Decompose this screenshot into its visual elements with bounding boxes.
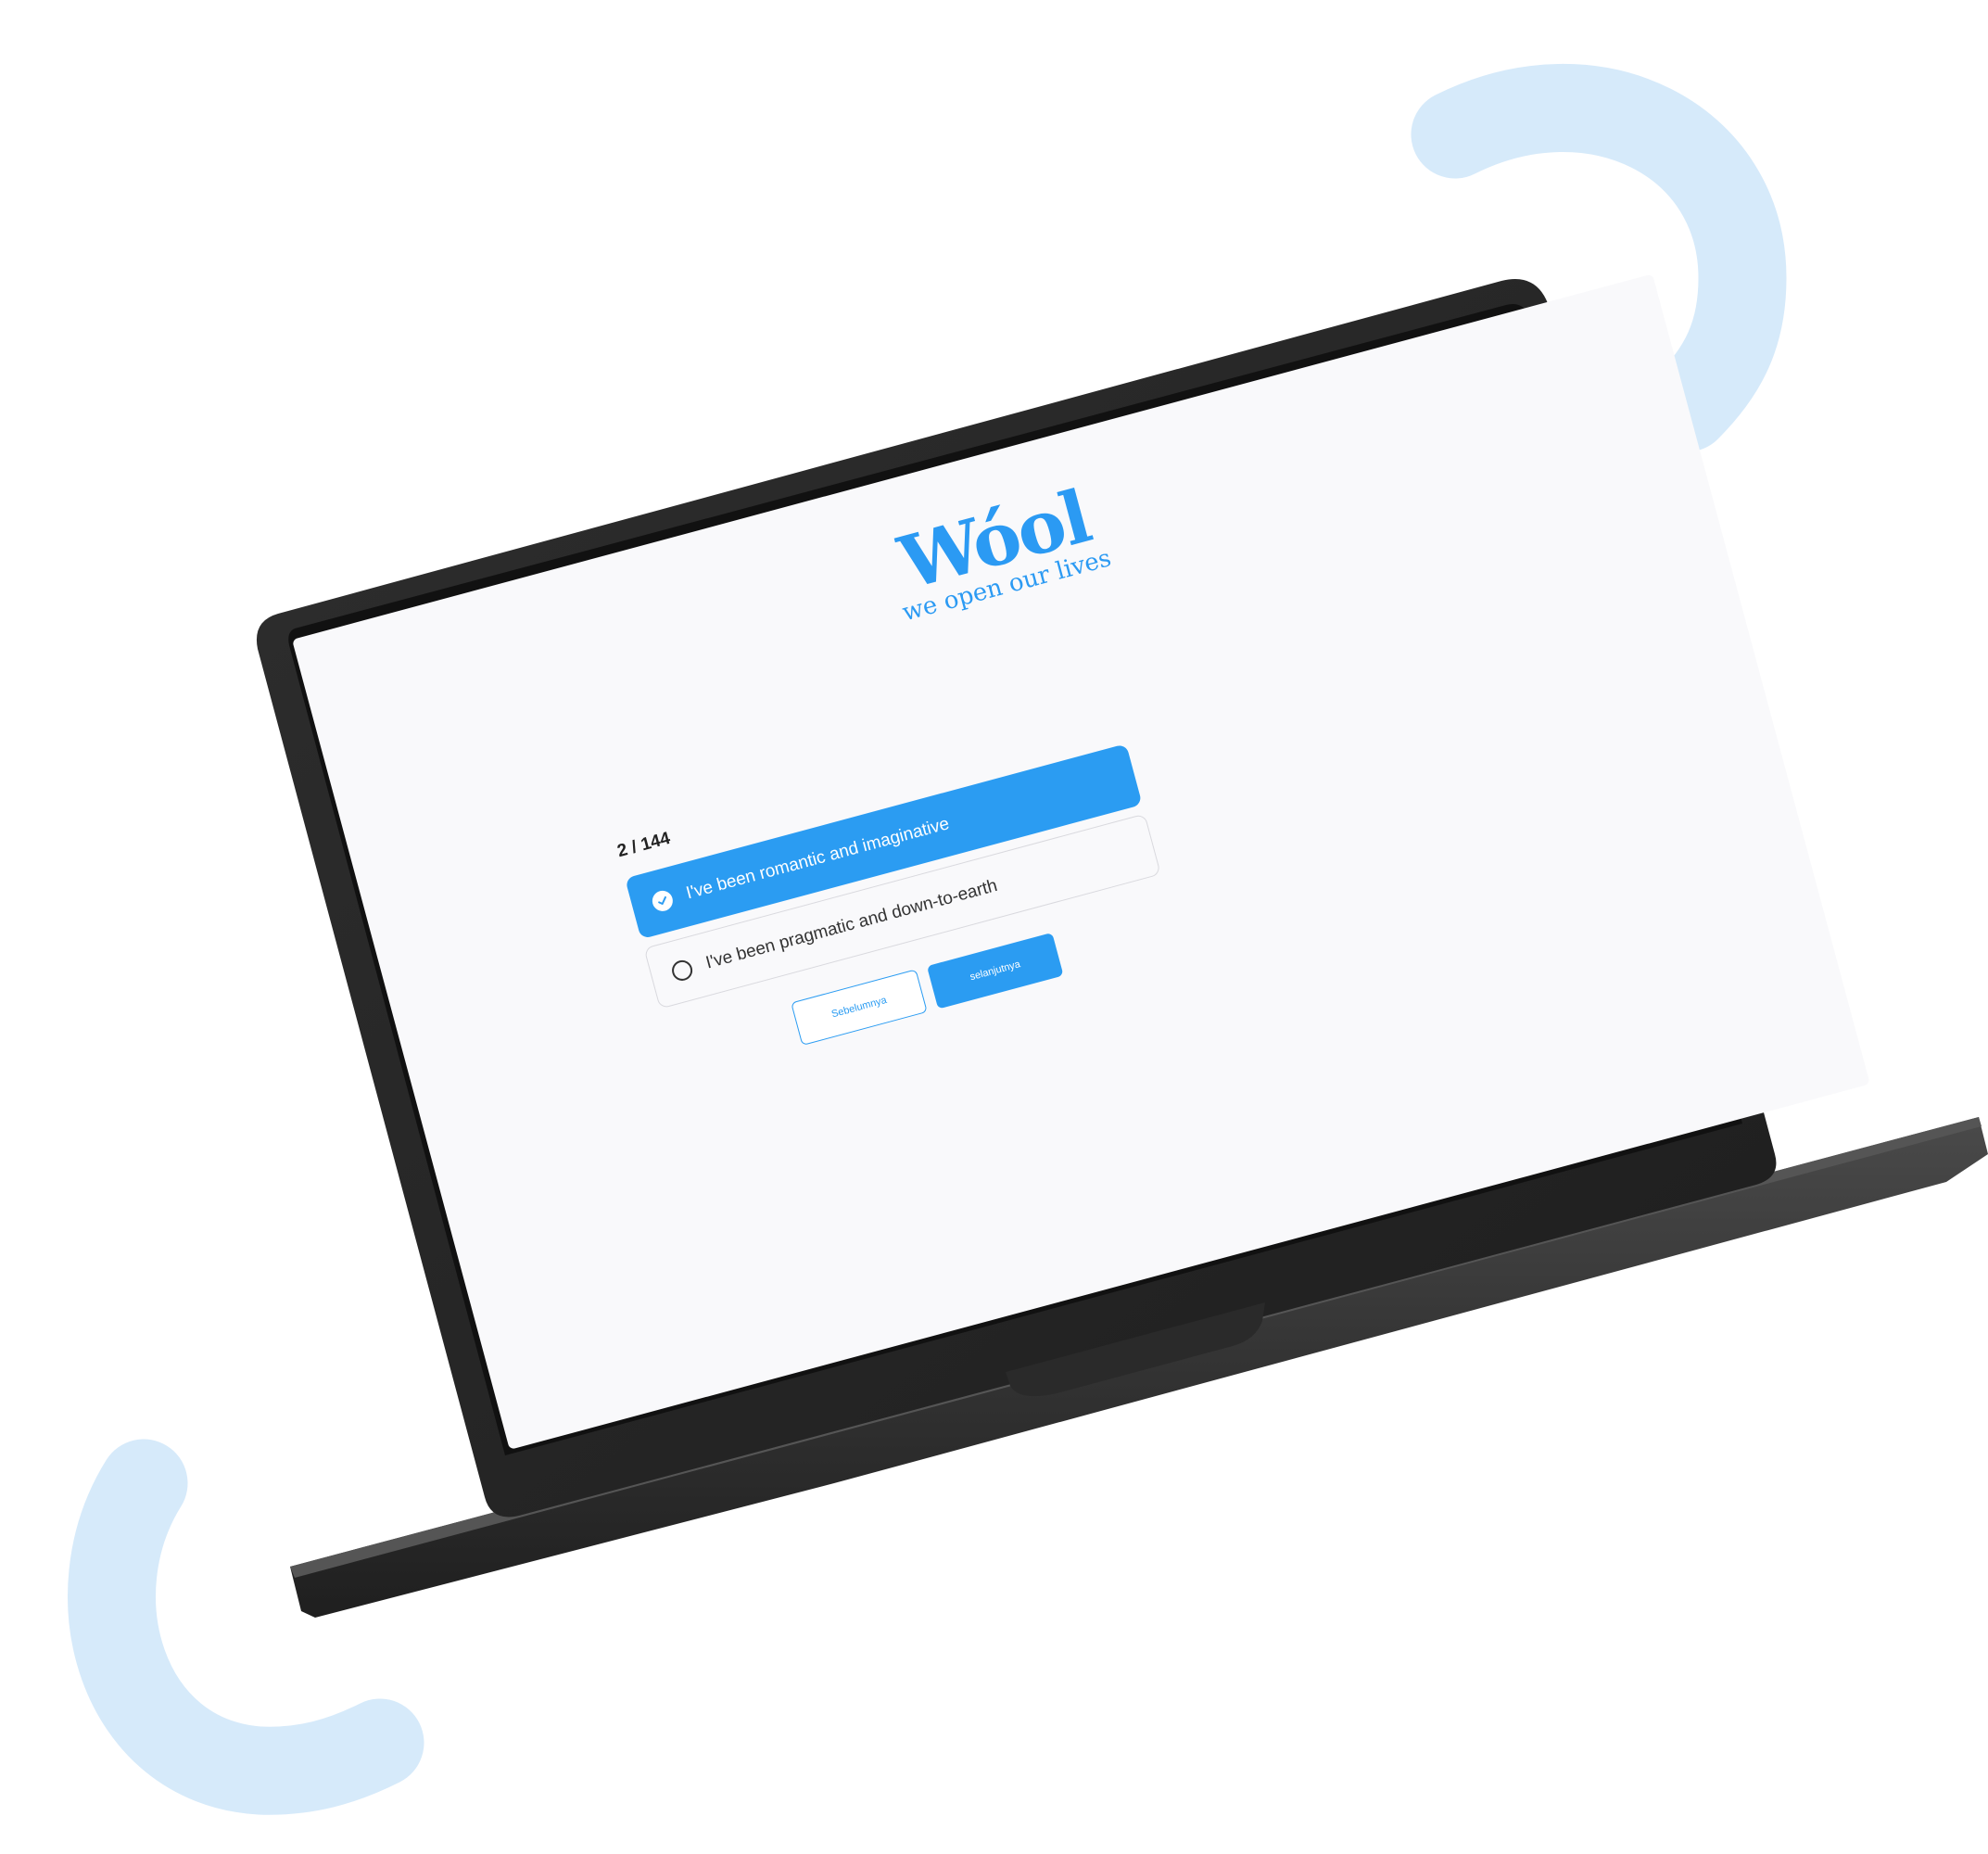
previous-button[interactable]: Sebelumnya	[791, 969, 928, 1047]
next-button[interactable]: selanjutnya	[926, 932, 1064, 1010]
radio-empty-icon	[669, 958, 695, 984]
check-circle-icon	[650, 888, 676, 914]
question-progress: 2 / 144	[614, 828, 673, 862]
brand-logo: Wóol we open our lives	[842, 467, 1154, 636]
